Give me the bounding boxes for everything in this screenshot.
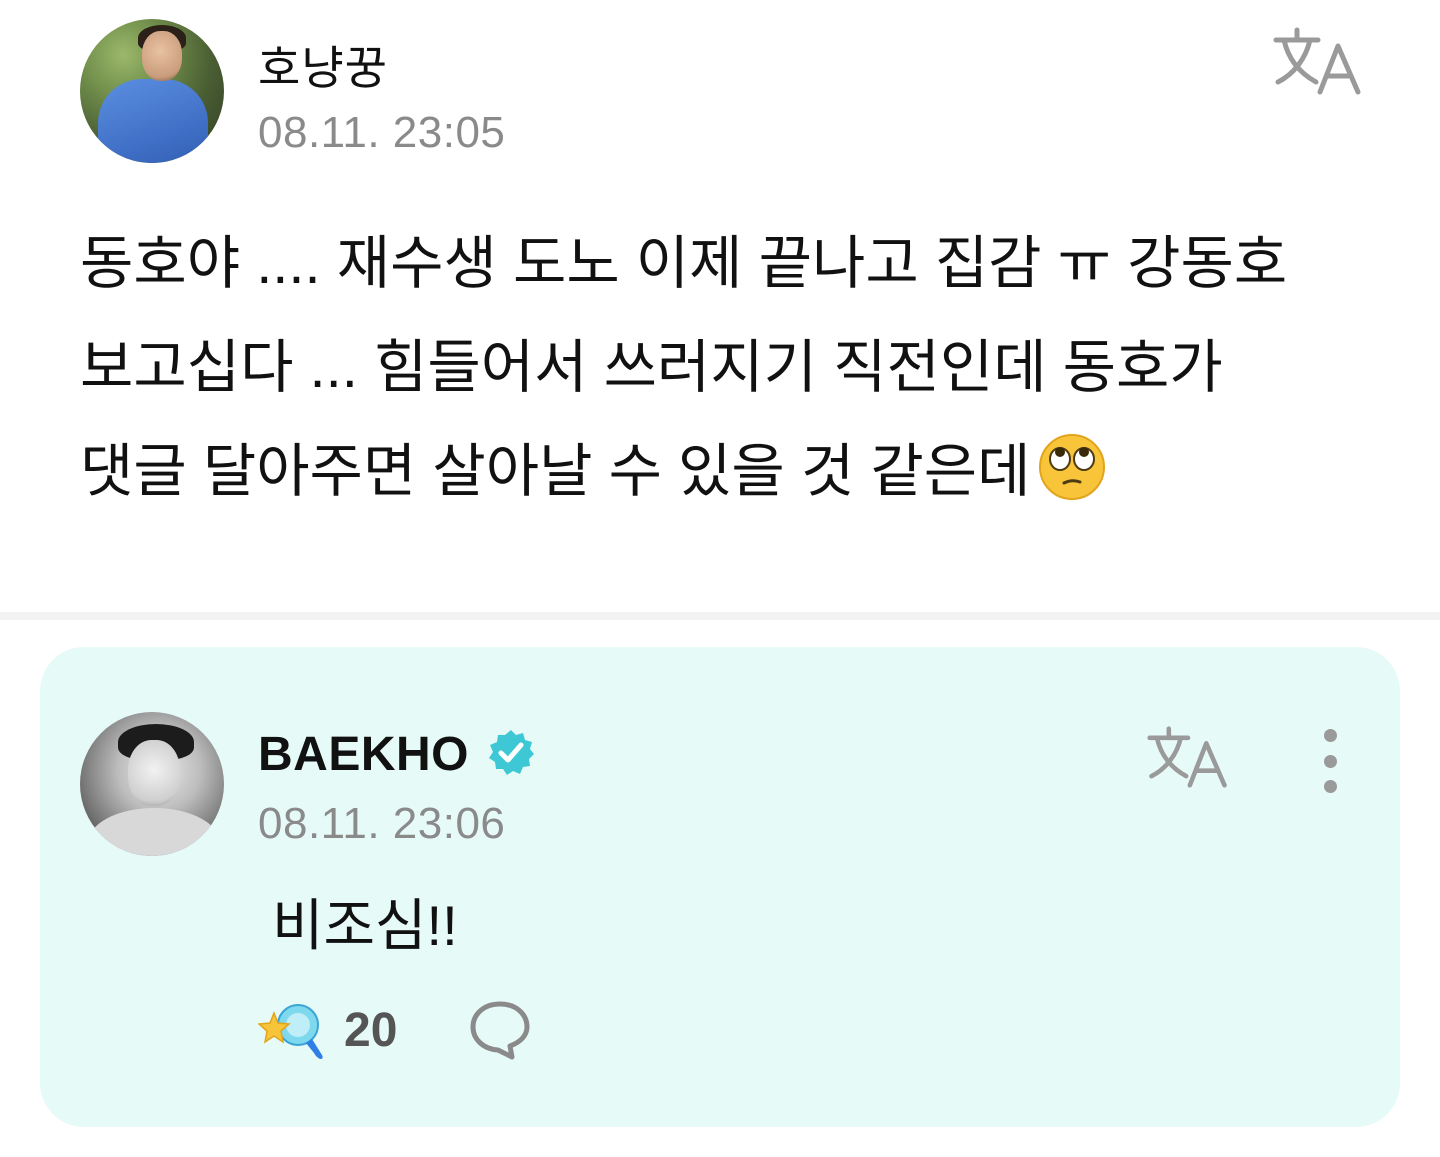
artist-avatar-face xyxy=(128,740,180,806)
fan-username[interactable]: 호냥꿍 xyxy=(258,32,388,98)
fan-avatar-shirt xyxy=(98,79,208,163)
fan-post-body: 동호야 .... 재수생 도노 이제 끝나고 집감 ㅠ 강동호 보고십다 ...… xyxy=(80,212,1370,524)
artist-avatar-shoulder xyxy=(88,808,220,856)
artist-reply-card: BAEKHO 08.11. 23:06 비조심!! 20 xyxy=(40,647,1400,1127)
artist-avatar[interactable] xyxy=(80,712,224,856)
cheer-star-icon[interactable] xyxy=(258,999,330,1061)
verified-badge-icon xyxy=(489,730,534,775)
artist-username[interactable]: BAEKHO xyxy=(258,727,469,782)
artist-reply-body: 비조심!! xyxy=(272,894,458,957)
fan-avatar-face xyxy=(142,31,182,81)
face-with-rolling-eyes-emoji-icon xyxy=(1039,434,1106,500)
translate-icon[interactable] xyxy=(1146,725,1230,789)
section-divider xyxy=(0,612,1440,620)
fan-post-timestamp: 08.11. 23:05 xyxy=(258,108,506,157)
more-dot xyxy=(1323,780,1337,793)
more-dot xyxy=(1323,729,1337,742)
artist-reply-timestamp: 08.11. 23:06 xyxy=(258,799,506,848)
cheer-count: 20 xyxy=(344,1004,398,1057)
fan-avatar[interactable] xyxy=(80,19,224,163)
more-dot xyxy=(1323,754,1337,768)
comment-bubble-icon[interactable] xyxy=(468,999,532,1061)
more-vertical-icon[interactable] xyxy=(1312,729,1348,793)
translate-icon[interactable] xyxy=(1272,26,1364,96)
fan-post: 호냥꿍 08.11. 23:05 동호야 .... 재수생 도노 이제 끝나고 … xyxy=(0,0,1440,612)
